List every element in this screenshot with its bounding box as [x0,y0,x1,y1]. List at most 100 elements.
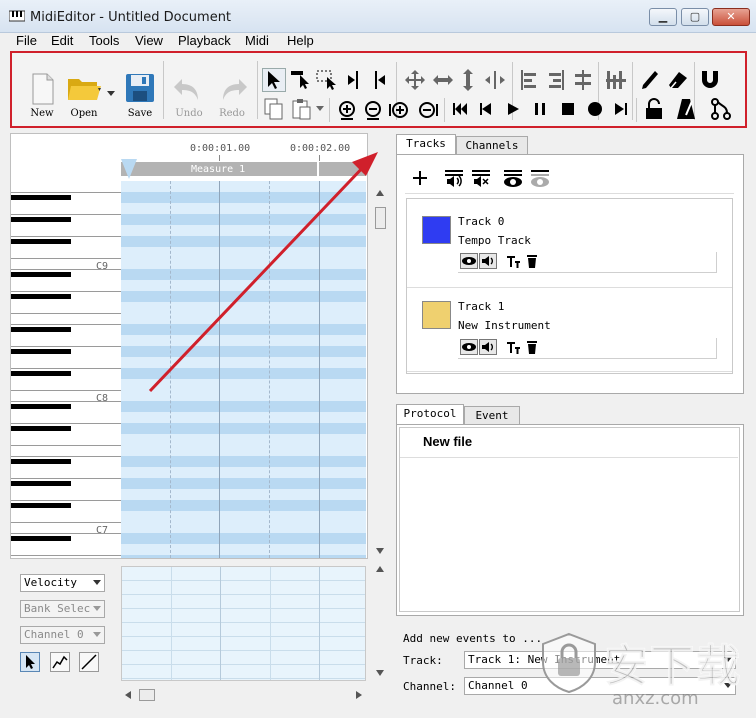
tab-tracks[interactable]: Tracks [396,134,456,155]
scroll-down-icon[interactable] [376,548,384,554]
tab-event[interactable]: Event [464,406,520,425]
menu-midi[interactable]: Midi [245,33,269,48]
black-key[interactable] [11,404,71,409]
save-label[interactable]: Save [116,108,164,119]
track-visible-toggle[interactable] [460,253,478,269]
redo-label[interactable]: Redo [208,108,256,119]
menu-playback[interactable]: Playback [178,33,231,48]
black-key[interactable] [11,503,71,508]
midi-thru-icon[interactable] [710,98,732,120]
horizontal-scroll-thumb[interactable] [139,689,155,701]
zoom-horizontal-out-icon[interactable] [416,100,438,120]
black-key[interactable] [11,536,71,541]
maximize-button[interactable]: ▢ [681,8,709,26]
zoom-vertical-in-icon[interactable] [337,99,357,121]
scroll-left-icon[interactable] [125,691,131,699]
track-audible-toggle[interactable] [479,253,497,269]
new-label[interactable]: New [18,108,66,119]
forward-icon[interactable] [614,101,628,117]
black-key[interactable] [11,426,71,431]
vertical-scroll-thumb[interactable] [375,207,386,229]
tab-channels[interactable]: Channels [456,136,528,155]
select-single-icon[interactable] [290,70,312,90]
tab-protocol[interactable]: Protocol [396,404,464,425]
quantize-icon[interactable] [605,69,627,91]
select-right-icon[interactable] [372,70,390,90]
magnet-icon[interactable] [700,69,720,91]
all-tracks-invisible-icon[interactable] [530,168,550,188]
velocity-select[interactable]: Velocity [20,574,105,592]
stop-icon[interactable] [560,101,576,117]
new-document-icon[interactable] [31,73,55,105]
all-tracks-mute-icon[interactable] [471,168,491,188]
velocity-scroll-up-icon[interactable] [376,566,384,572]
protocol-list[interactable] [399,427,740,612]
align-left-icon[interactable] [519,69,539,91]
black-key[interactable] [11,217,71,222]
close-button[interactable]: ✕ [712,8,750,26]
eraser-icon[interactable] [667,70,689,90]
scroll-right-icon[interactable] [356,691,362,699]
undo-icon[interactable] [172,75,204,103]
velocity-panel[interactable] [121,566,366,681]
back-icon[interactable] [479,101,493,117]
channel-select[interactable]: Channel 0 [20,626,105,644]
save-disk-icon[interactable] [125,73,155,103]
black-key[interactable] [11,459,71,464]
all-tracks-audible-icon[interactable] [444,168,464,188]
scroll-up-icon[interactable] [376,190,384,196]
select-arrow-icon[interactable] [262,68,286,92]
record-icon[interactable] [587,101,603,117]
back-to-begin-icon[interactable] [452,101,468,117]
zoom-vertical-out-icon[interactable] [363,99,383,121]
time-ruler[interactable]: 0:00:01.00 0:00:02.00 Measure 1 [121,135,366,182]
open-label[interactable]: Open [60,108,108,119]
rename-track-icon[interactable] [506,254,520,268]
black-key[interactable] [11,327,71,332]
add-track-icon[interactable] [412,170,428,186]
velocity-line-button[interactable] [79,652,99,672]
play-icon[interactable] [506,101,520,117]
pause-icon[interactable] [533,101,547,117]
paste-icon[interactable] [292,98,312,120]
note-grid[interactable] [121,181,366,558]
metronome-icon[interactable] [676,98,696,120]
vertical-scrollbar[interactable] [372,190,388,560]
black-key[interactable] [11,349,71,354]
velocity-select-tool-button[interactable] [20,652,40,672]
menu-tools[interactable]: Tools [89,33,119,48]
black-key[interactable] [11,195,71,200]
copy-icon[interactable] [264,98,284,120]
menu-edit[interactable]: Edit [51,33,73,48]
protocol-entry[interactable]: New file [423,434,472,449]
delete-track-icon[interactable] [526,340,538,354]
menu-help[interactable]: Help [287,33,314,48]
track-audible-toggle[interactable] [479,339,497,355]
menu-view[interactable]: View [135,33,163,48]
all-tracks-visible-icon[interactable] [503,168,523,188]
bank-select[interactable]: Bank Selec [20,600,105,618]
select-left-icon[interactable] [344,70,362,90]
undo-label[interactable]: Undo [165,108,213,119]
align-right-icon[interactable] [546,69,566,91]
black-key[interactable] [11,481,71,486]
select-box-icon[interactable] [316,70,338,90]
open-dropdown-icon[interactable] [107,91,115,97]
black-key[interactable] [11,272,71,277]
playhead-marker[interactable] [121,159,137,179]
move-all-icon[interactable] [404,69,426,91]
minimize-button[interactable]: ▁ [649,8,677,26]
redo-icon[interactable] [217,75,249,103]
velocity-scroll-down-icon[interactable] [376,670,384,676]
rename-track-icon[interactable] [506,340,520,354]
pencil-icon[interactable] [640,69,660,91]
move-vertical-icon[interactable] [461,68,475,92]
equalize-icon[interactable] [573,69,593,91]
black-key[interactable] [11,294,71,299]
menu-file[interactable]: File [16,33,37,48]
horizontal-scrollbar[interactable] [121,688,366,702]
paste-dropdown-icon[interactable] [316,106,324,112]
piano-keyboard[interactable] [11,181,121,558]
track-visible-toggle[interactable] [460,339,478,355]
open-folder-icon[interactable] [67,74,103,102]
